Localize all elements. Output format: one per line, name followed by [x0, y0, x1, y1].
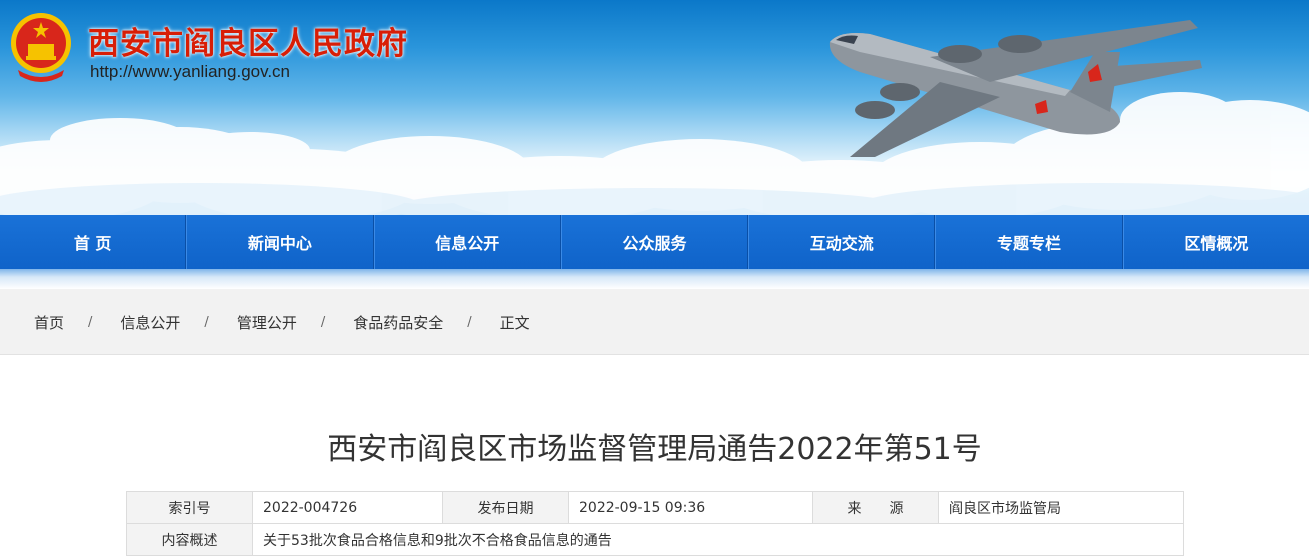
article-meta-table: 索引号 2022-004726 发布日期 2022-09-15 09:36 来 …	[126, 491, 1184, 556]
nav-item-home[interactable]: 首 页	[0, 215, 187, 269]
nav-divider	[0, 269, 1309, 289]
nav-item-topics[interactable]: 专题专栏	[935, 215, 1123, 269]
site-title: 西安市阎良区人民政府	[88, 26, 408, 62]
nav-item-interaction[interactable]: 互动交流	[748, 215, 936, 269]
article-title: 西安市阎良区市场监督管理局通告2022年第51号	[327, 432, 982, 467]
date-value: 2022-09-15 09:36	[568, 491, 813, 524]
breadcrumb-info-disclosure[interactable]: 信息公开	[120, 312, 180, 333]
table-row: 索引号 2022-004726 发布日期 2022-09-15 09:36 来 …	[126, 491, 1184, 524]
index-value: 2022-004726	[252, 491, 443, 524]
national-emblem-icon	[11, 13, 71, 82]
breadcrumb: 首页 / 信息公开 / 管理公开 / 食品药品安全 / 正文	[34, 289, 530, 355]
summary-value: 关于53批次食品合格信息和9批次不合格食品信息的通告	[252, 523, 1184, 556]
breadcrumb-separator: /	[204, 314, 209, 330]
summary-label: 内容概述	[126, 523, 253, 556]
aircraft-image	[829, 20, 1202, 157]
nav-item-info-disclosure[interactable]: 信息公开	[373, 215, 561, 269]
breadcrumb-management[interactable]: 管理公开	[237, 312, 297, 333]
breadcrumb-food-drug-safety[interactable]: 食品药品安全	[353, 312, 443, 333]
site-url: http://www.yanliang.gov.cn	[90, 62, 291, 81]
breadcrumb-separator: /	[467, 314, 472, 330]
nav-item-district-overview[interactable]: 区情概况	[1122, 215, 1309, 269]
breadcrumb-current: 正文	[499, 313, 530, 332]
main-nav: 首 页 新闻中心 信息公开 公众服务 互动交流 专题专栏 区情概况	[0, 215, 1309, 269]
date-label: 发布日期	[442, 491, 569, 524]
nav-item-public-service[interactable]: 公众服务	[560, 215, 749, 269]
source-value: 阎良区市场监管局	[938, 491, 1184, 524]
header-banner: 西安市阎良区人民政府 http://www.yanliang.gov.cn	[0, 0, 1309, 215]
index-label: 索引号	[126, 491, 253, 524]
breadcrumb-separator: /	[88, 314, 93, 330]
table-row: 内容概述 关于53批次食品合格信息和9批次不合格食品信息的通告	[126, 523, 1184, 556]
source-label: 来 源	[812, 491, 939, 524]
nav-item-news[interactable]: 新闻中心	[186, 215, 374, 269]
breadcrumb-separator: /	[320, 314, 326, 330]
breadcrumb-bar: 首页 / 信息公开 / 管理公开 / 食品药品安全 / 正文	[0, 289, 1309, 355]
breadcrumb-home[interactable]: 首页	[34, 312, 64, 333]
